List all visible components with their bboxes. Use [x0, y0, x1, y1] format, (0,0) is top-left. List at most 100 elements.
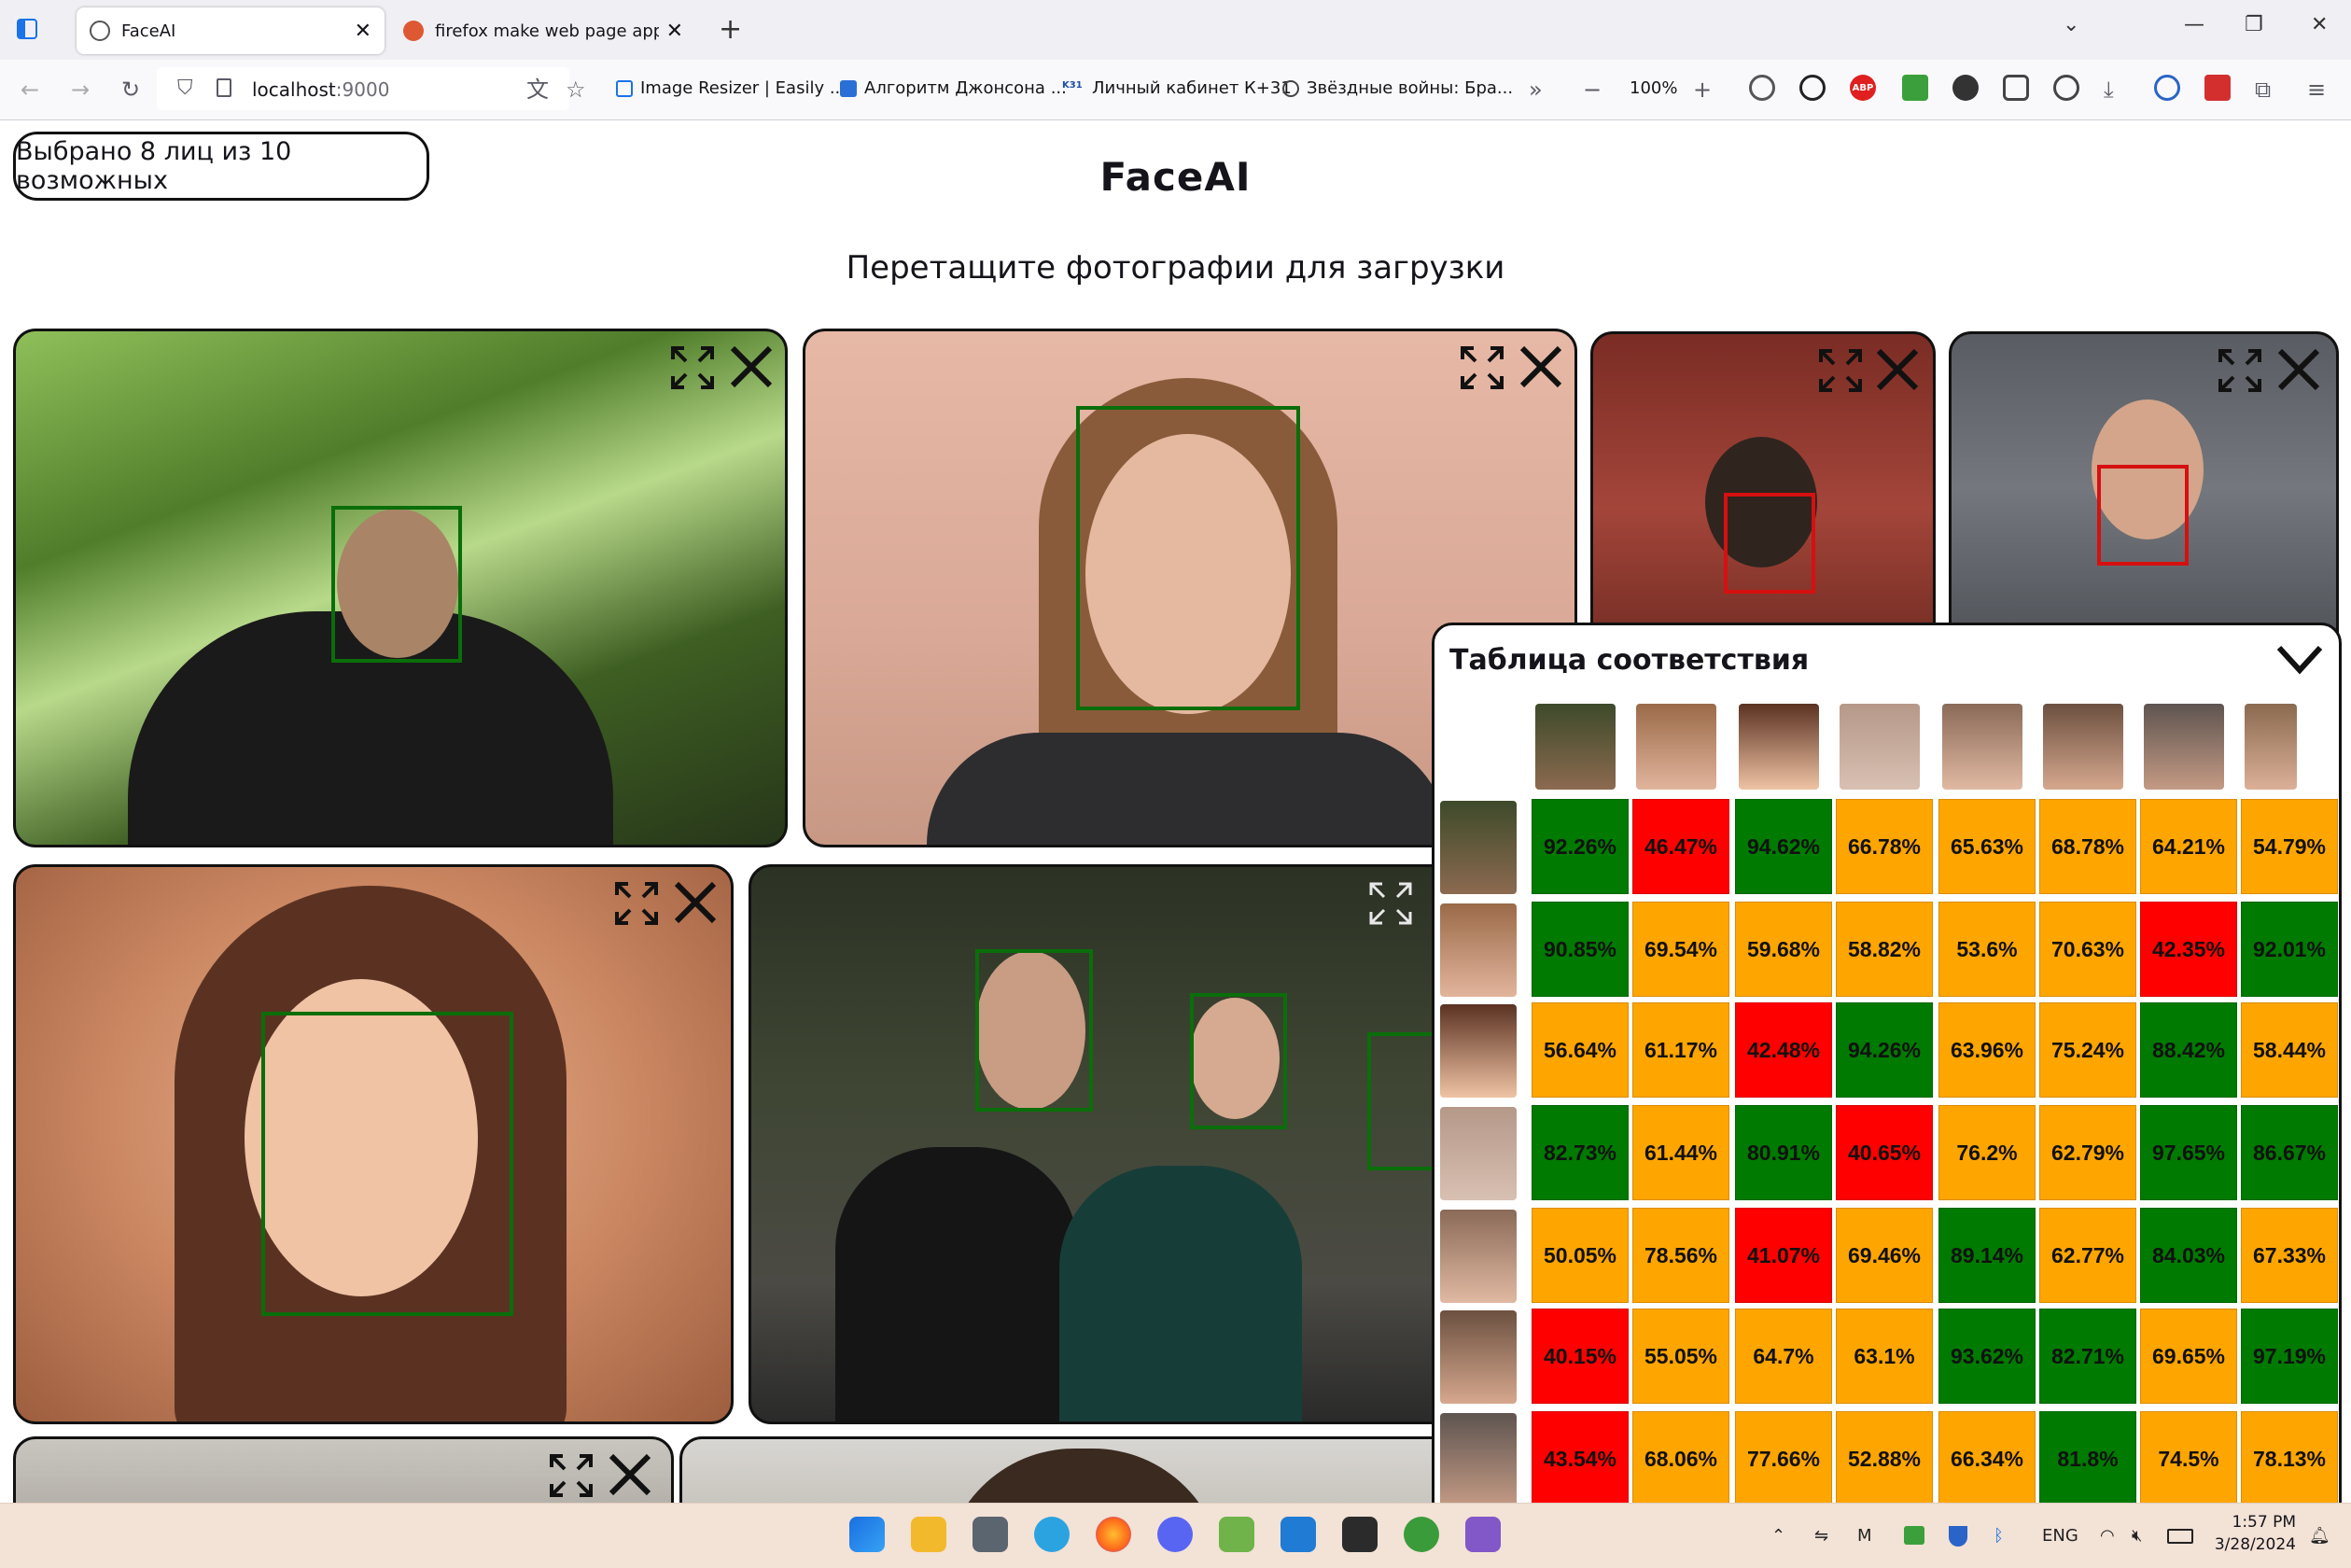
tray-icon[interactable]: ⇋ [1814, 1526, 1828, 1546]
language-indicator[interactable]: ENG [2042, 1526, 2078, 1546]
translate-icon[interactable]: 文 [526, 77, 549, 103]
start-icon[interactable] [849, 1517, 885, 1552]
photo-card[interactable] [13, 329, 788, 847]
downloads-icon[interactable]: ⤓ [2104, 77, 2114, 103]
shield-icon[interactable]: ⛉ [177, 77, 193, 100]
match-cell: 62.79% [2039, 1105, 2136, 1200]
match-cell: 56.64% [1532, 1002, 1629, 1098]
photo-card[interactable] [13, 864, 734, 1424]
tab-faceai[interactable]: FaceAI ✕ [77, 7, 385, 54]
sidebar-toggle-icon[interactable] [17, 19, 37, 39]
close-icon[interactable] [671, 878, 720, 927]
vscode-icon[interactable] [1280, 1517, 1316, 1552]
photo-card[interactable] [679, 1436, 1463, 1503]
discord-icon[interactable] [1157, 1517, 1193, 1552]
close-tab-icon[interactable]: ✕ [666, 20, 683, 43]
reload-icon[interactable]: ↻ [121, 77, 140, 103]
close-tab-icon[interactable]: ✕ [355, 20, 371, 43]
bookmark-item[interactable]: Image Resizer | Easily ... [616, 78, 846, 98]
close-icon[interactable] [727, 343, 776, 391]
match-cell: 42.35% [2140, 902, 2237, 997]
forward-icon[interactable]: → [71, 77, 90, 103]
face-detection-box [1076, 406, 1300, 710]
tray-icon[interactable] [1904, 1526, 1924, 1545]
close-icon[interactable] [606, 1450, 654, 1499]
match-cell: 50.05% [1532, 1208, 1629, 1303]
bluetooth-icon[interactable]: ᛒ [1994, 1526, 2004, 1546]
visual-studio-icon[interactable] [1465, 1517, 1501, 1552]
tray-icon[interactable]: Ⅿ [1857, 1526, 1872, 1546]
firefox-icon[interactable] [1096, 1517, 1131, 1552]
match-cell: 88.42% [2140, 1002, 2237, 1098]
expand-icon[interactable] [669, 344, 716, 391]
expand-icon[interactable] [1817, 347, 1864, 394]
tray-expand-icon[interactable]: ⌃ [1771, 1526, 1785, 1546]
face-thumbnail [1739, 704, 1819, 790]
match-cell: 77.66% [1735, 1411, 1832, 1503]
volume-icon[interactable]: 🔇︎ [2132, 1526, 2142, 1546]
expand-icon[interactable] [548, 1452, 595, 1499]
chevron-down-icon[interactable] [2274, 640, 2326, 678]
extension-icon[interactable] [2204, 75, 2231, 101]
bookmark-item[interactable]: Алгоритм Джонсона ... [840, 78, 1067, 98]
extension-icon[interactable] [2154, 75, 2180, 101]
calculator-icon[interactable] [973, 1517, 1008, 1552]
photo-card[interactable] [749, 864, 1458, 1424]
back-icon[interactable]: ← [21, 77, 39, 103]
history-icon[interactable] [2053, 75, 2079, 101]
drop-zone-hint[interactable]: Перетащите фотографии для загрузки [0, 249, 2351, 287]
match-cell: 84.03% [2140, 1208, 2237, 1303]
bookmark-label: Алгоритм Джонсона ... [864, 78, 1067, 98]
maximize-icon[interactable]: ❐ [2245, 13, 2263, 36]
faceai-favicon-icon [90, 21, 110, 41]
extension-icon[interactable] [1902, 75, 1928, 101]
close-icon[interactable] [1873, 345, 1922, 394]
extensions-puzzle-icon[interactable]: ⧉ [2255, 77, 2271, 103]
tab-duckduckgo[interactable]: firefox make web page app at D ✕ [390, 7, 696, 54]
telegram-icon[interactable] [1034, 1517, 1070, 1552]
extension-icon[interactable] [1749, 75, 1775, 101]
menu-icon[interactable]: ≡ [2307, 77, 2326, 103]
zoom-level[interactable]: 100% [1630, 78, 1677, 98]
extension-icon[interactable] [1799, 75, 1826, 101]
expand-icon[interactable] [613, 880, 660, 927]
face-thumbnail [1440, 903, 1517, 997]
match-cell: 42.48% [1735, 1002, 1832, 1098]
mongodb-icon[interactable] [1404, 1517, 1439, 1552]
expand-icon[interactable] [2217, 347, 2263, 394]
close-icon[interactable] [1517, 343, 1565, 391]
list-all-tabs-icon[interactable]: ⌄ [2063, 13, 2079, 36]
photo-card[interactable] [13, 1436, 674, 1503]
notification-bell-icon[interactable]: 🔔︎ [2309, 1526, 2330, 1546]
page-title: FaceAI [1099, 154, 1252, 200]
zoom-in-icon[interactable]: + [1693, 77, 1712, 103]
url-text[interactable]: localhost:9000 [252, 78, 389, 101]
defender-icon[interactable] [1949, 1526, 1967, 1547]
pocket-icon[interactable] [2003, 75, 2029, 101]
file-explorer-icon[interactable] [911, 1517, 946, 1552]
url-bar[interactable]: ⛉ localhost:9000 [157, 67, 569, 110]
clock-time: 1:57 PM [2232, 1513, 2297, 1532]
bookmark-star-icon[interactable]: ☆ [566, 77, 586, 103]
close-window-icon[interactable]: ✕ [2311, 13, 2328, 36]
terminal-icon[interactable] [1342, 1517, 1378, 1552]
adblock-icon[interactable]: ABP [1850, 75, 1876, 101]
face-detection-box [1190, 993, 1287, 1129]
paint-icon[interactable] [1219, 1517, 1254, 1552]
extension-icon[interactable] [1952, 75, 1979, 101]
minimize-icon[interactable]: — [2184, 13, 2204, 36]
match-cell: 52.88% [1836, 1411, 1933, 1503]
bookmark-item[interactable]: K31 Личный кабинет К+31 [1062, 78, 1292, 98]
expand-icon[interactable] [1367, 880, 1414, 927]
bookmark-item[interactable]: Звёздные войны: Бра... [1282, 78, 1513, 98]
zoom-out-icon[interactable]: − [1583, 77, 1602, 103]
more-bookmarks-icon[interactable]: » [1529, 77, 1543, 103]
close-icon[interactable] [2274, 345, 2323, 394]
wifi-icon[interactable]: ◠ [2100, 1526, 2115, 1546]
clock[interactable]: 1:57 PM 3/28/2024 [2212, 1511, 2296, 1556]
expand-icon[interactable] [1459, 344, 1505, 391]
new-tab-icon[interactable]: + [719, 13, 742, 46]
battery-icon[interactable] [2167, 1529, 2193, 1544]
match-cell: 64.7% [1735, 1309, 1832, 1404]
match-cell: 66.34% [1938, 1411, 2036, 1503]
